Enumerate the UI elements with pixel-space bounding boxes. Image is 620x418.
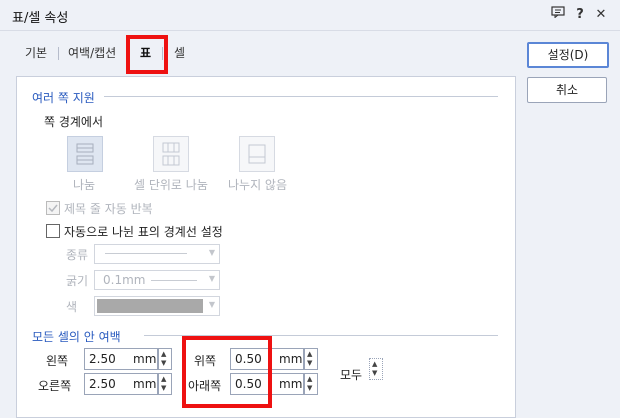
split-option-button[interactable] (67, 136, 103, 172)
page-boundary-label: 쪽 경계에서 (44, 115, 104, 129)
line-thickness-combo[interactable]: 0.1mm ▼ (94, 270, 220, 290)
tab-margin-caption[interactable]: 여백/캡션 (68, 44, 116, 61)
tab-basic[interactable]: 기본 (25, 44, 47, 61)
split-by-cell-option-button[interactable] (153, 136, 189, 172)
no-split-option-button[interactable] (239, 136, 275, 172)
all-margin-spinner[interactable]: ▲ ▼ (369, 358, 383, 380)
chevron-down-icon: ▼ (208, 248, 215, 257)
split-by-cell-option-label: 셀 단위로 나눔 (134, 178, 208, 192)
repeat-header-checkbox[interactable] (46, 201, 60, 215)
auto-border-checkbox[interactable] (46, 224, 60, 238)
left-margin-label: 왼쪽 (46, 354, 69, 368)
group-divider (104, 96, 498, 97)
line-type-label: 종류 (66, 248, 89, 262)
left-margin-input[interactable]: 2.50 mm (84, 348, 158, 370)
tab-separator (58, 47, 59, 60)
ok-button[interactable]: 설정(D) (527, 42, 609, 68)
tab-cell[interactable]: 셀 (174, 44, 185, 61)
no-split-option-label: 나누지 않음 (228, 178, 288, 192)
all-margin-label: 모두 (340, 368, 363, 382)
right-margin-label: 오른쪽 (38, 379, 72, 393)
highlight-box-margins (182, 336, 272, 408)
auto-border-label: 자동으로 나뉜 표의 경계선 설정 (64, 225, 223, 239)
chevron-down-icon: ▼ (208, 274, 215, 283)
title-bar (0, 0, 620, 31)
top-margin-spinner[interactable]: ▲ ▼ (304, 348, 318, 370)
help-button[interactable]: ? (570, 5, 590, 25)
close-button[interactable]: ✕ (591, 5, 611, 25)
left-margin-spinner[interactable]: ▲ ▼ (158, 348, 172, 370)
line-color-label: 색 (66, 300, 78, 314)
line-type-combo[interactable]: ▼ (94, 244, 220, 264)
right-margin-input[interactable]: 2.50 mm (84, 373, 158, 395)
line-thickness-value: 0.1mm (103, 273, 146, 287)
line-color-combo[interactable]: ▼ (94, 296, 220, 316)
line-thickness-label: 굵기 (66, 274, 89, 288)
group-title-inner-margin: 모든 셀의 안 여백 (32, 330, 121, 344)
comment-icon[interactable] (548, 5, 568, 25)
split-option-label: 나눔 (73, 178, 96, 192)
highlight-box-tab (126, 35, 168, 74)
bottom-margin-spinner[interactable]: ▲ ▼ (304, 373, 318, 395)
right-margin-spinner[interactable]: ▲ ▼ (158, 373, 172, 395)
repeat-header-label: 제목 줄 자동 반복 (64, 202, 153, 216)
chevron-down-icon: ▼ (208, 300, 215, 309)
window-title: 표/셀 속성 (12, 11, 69, 26)
cancel-button[interactable]: 취소 (527, 77, 607, 103)
group-title-multi-page: 여러 쪽 지원 (32, 91, 95, 105)
color-swatch (97, 299, 203, 313)
